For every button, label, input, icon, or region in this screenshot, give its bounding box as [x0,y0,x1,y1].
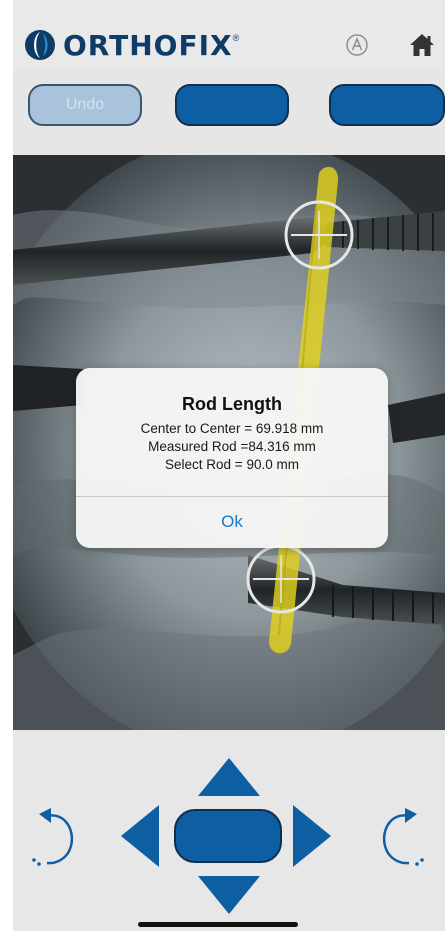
center-to-center-text: Center to Center = 69.918 mm [140,421,324,436]
dialog-title: Rod Length [182,394,282,414]
orthofix-logo: ORTHOFIX ® [23,25,239,65]
upper-target-marker[interactable] [284,200,354,270]
home-indicator[interactable] [138,922,298,927]
select-rod-text: Select Rod = 90.0 mm [165,457,299,472]
ok-button[interactable]: Ok [76,496,388,548]
measured-rod-text: Measured Rod =84.316 mm [148,439,316,454]
arrow-right-icon[interactable] [293,805,331,867]
arrow-left-icon[interactable] [121,805,159,867]
undo-button[interactable]: Undo [28,84,142,126]
brand-name: ORTHOFIX [63,28,233,62]
rotate-cw-icon[interactable] [382,808,424,866]
arrow-down-icon[interactable] [198,876,260,914]
rod-length-dialog: Rod Length Center to Center = 69.918 mm … [76,368,388,548]
toolbar-button-3[interactable] [329,84,445,126]
registered-mark: ® [232,33,240,43]
app-screen: ORTHOFIX ® Undo Rod Length Center to Cen… [13,0,445,931]
center-button[interactable] [174,809,282,863]
auto-a-icon[interactable] [345,33,369,57]
header-bar: ORTHOFIX ® [13,0,445,70]
toolbar-button-2[interactable] [175,84,289,126]
arrow-up-icon[interactable] [198,758,260,796]
lower-target-marker[interactable] [246,544,316,614]
home-icon[interactable] [408,31,436,59]
rotate-ccw-icon[interactable] [32,808,74,866]
orthofix-logo-icon [25,30,55,60]
navigation-controls [13,730,445,931]
